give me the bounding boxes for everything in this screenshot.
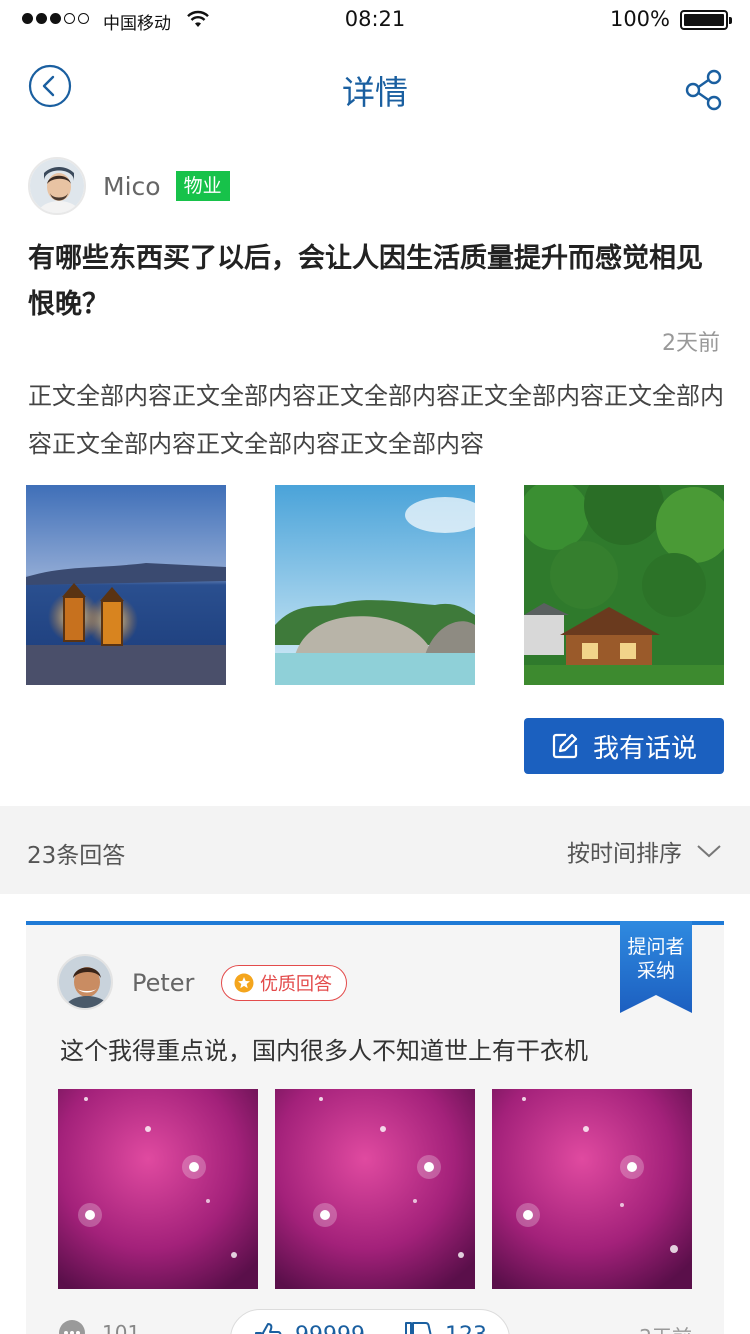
battery-percent: 100% [609, 7, 670, 31]
upvote-count: 99999 [295, 1323, 365, 1334]
comment-icon [59, 1320, 85, 1334]
question-author[interactable]: Mico 物业 [28, 157, 230, 215]
page-title: 详情 [342, 73, 408, 112]
author-name[interactable]: Mico [103, 172, 161, 201]
accepted-ribbon-line2: 采纳 [636, 960, 675, 982]
quality-answer-badge: 优质回答 [221, 965, 347, 1001]
nav-bar: 详情 [0, 40, 750, 130]
battery-icon [680, 10, 732, 30]
accepted-ribbon-line1: 提问者 [627, 936, 685, 958]
share-icon[interactable] [684, 68, 724, 112]
thumbs-up-icon [255, 1323, 282, 1334]
answer-count: 23条回答 [27, 843, 126, 869]
thumbs-down-icon [405, 1322, 432, 1334]
sort-label: 按时间排序 [567, 841, 682, 867]
sort-dropdown[interactable]: 按时间排序 [567, 834, 722, 868]
answer-text: 这个我得重点说，国内很多人不知道世上有干衣机 [60, 1037, 588, 1065]
downvote-button[interactable]: 123 [403, 1320, 487, 1334]
write-answer-label: 我有话说 [592, 733, 697, 764]
answer-author-avatar[interactable] [57, 954, 113, 1010]
status-bar: 中国移动 08:21 100% [0, 0, 750, 40]
chevron-down-icon [697, 845, 721, 858]
upvote-button[interactable]: 99999 [253, 1320, 365, 1334]
author-tag-badge: 物业 [175, 171, 230, 201]
avatar[interactable] [28, 157, 86, 215]
purple-bokeh-photo[interactable] [275, 1089, 475, 1289]
forest-houses-photo[interactable] [524, 485, 724, 685]
purple-bokeh-photo[interactable] [58, 1089, 258, 1289]
quality-answer-label: 优质回答 [260, 974, 332, 995]
question-time: 2天前 [662, 331, 720, 356]
answer-time: 2天前 [639, 1321, 692, 1334]
star-icon [234, 973, 254, 993]
question-title: 有哪些东西买了以后，会让人因生活质量提升而感觉相见恨晚？ [28, 243, 703, 320]
accepted-ribbon: 提问者 采纳 [620, 921, 692, 1013]
downvote-count: 123 [445, 1323, 487, 1334]
question-images [26, 485, 724, 685]
vote-pill: 99999 123 [230, 1309, 510, 1334]
answer-card: Peter 优质回答 提问者 采纳 这个我得重点说，国内很多人不知道世上有干衣机 [26, 921, 724, 1334]
question-body: 正文全部内容正文全部内容正文全部内容正文全部内容正文全部内容正文全部内容正文全部… [28, 382, 724, 458]
rocky-beach-photo[interactable] [275, 485, 475, 685]
answers-header: 23条回答 按时间排序 [0, 806, 750, 894]
purple-bokeh-photo[interactable] [492, 1089, 692, 1289]
edit-icon [552, 733, 578, 759]
comment-button[interactable]: 101 [58, 1319, 140, 1334]
comment-count: 101 [102, 1321, 141, 1334]
write-answer-button[interactable]: 我有话说 [524, 718, 724, 774]
answer-author-name[interactable]: Peter [132, 969, 194, 997]
answer-footer: 101 99999 123 2天前 [26, 1309, 724, 1334]
night-lanterns-photo[interactable] [26, 485, 226, 685]
answer-images [58, 1089, 692, 1289]
